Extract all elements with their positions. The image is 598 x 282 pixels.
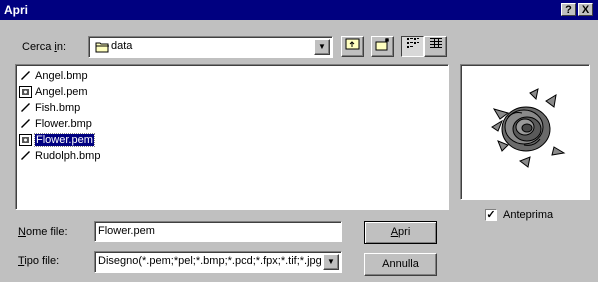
- file-type-label: Tipo file:: [18, 255, 60, 267]
- paint-brush-icon: [19, 150, 32, 162]
- file-name-text: Angel.pem: [35, 86, 88, 99]
- preview-pane: [460, 64, 590, 200]
- cancel-button[interactable]: Annulla: [364, 253, 437, 276]
- list-view-button[interactable]: [401, 36, 424, 57]
- paint-brush-icon: [19, 118, 32, 130]
- file-list-item[interactable]: Fish.bmp: [19, 100, 80, 116]
- rose-preview-image: [491, 88, 566, 168]
- up-folder-icon: [345, 38, 359, 50]
- preview-label: Anteprima: [503, 209, 554, 221]
- file-name-text: Fish.bmp: [35, 102, 81, 115]
- new-folder-button[interactable]: [371, 36, 394, 57]
- close-button[interactable]: X: [578, 3, 593, 16]
- file-list-item[interactable]: Flower.bmp: [19, 116, 92, 132]
- chevron-down-icon[interactable]: ▼: [323, 254, 339, 270]
- paint-brush-icon: [19, 70, 32, 82]
- new-folder-icon: [375, 38, 389, 51]
- open-dialog: Apri ? X Cerca in: data ▼ Angel.bmp Angel…: [0, 0, 598, 282]
- pem-file-icon: [19, 134, 32, 147]
- pem-file-icon: [19, 86, 32, 99]
- file-name-text: Angel.bmp: [35, 70, 88, 83]
- look-in-combo[interactable]: data ▼: [88, 36, 333, 58]
- close-icon: X: [581, 4, 590, 16]
- details-view-button[interactable]: [424, 36, 447, 57]
- file-list-item[interactable]: Rudolph.bmp: [19, 148, 100, 164]
- file-name-input[interactable]: Flower.pem: [94, 221, 342, 242]
- look-in-value: data: [111, 40, 133, 52]
- open-button[interactable]: Apri: [364, 221, 437, 244]
- file-list-item[interactable]: Flower.pem: [19, 132, 95, 148]
- help-icon: ?: [565, 4, 572, 16]
- file-list[interactable]: Angel.bmp Angel.pem Fish.bmp Flower.bmp Flow…: [15, 64, 449, 210]
- file-name-text: Rudolph.bmp: [35, 150, 101, 163]
- chevron-down-icon[interactable]: ▼: [314, 39, 330, 55]
- file-name-value: Flower.pem: [98, 225, 155, 237]
- details-view-icon: [429, 38, 442, 48]
- file-type-combo[interactable]: Disegno(*.pem;*pel;*.bmp;*.pcd;*.fpx;*.t…: [94, 251, 342, 273]
- file-list-item[interactable]: Angel.pem: [19, 84, 88, 100]
- file-name-text: Flower.pem: [34, 133, 95, 148]
- paint-brush-icon: [19, 102, 32, 114]
- file-list-item[interactable]: Angel.bmp: [19, 68, 88, 84]
- help-button[interactable]: ?: [561, 3, 576, 16]
- file-type-value: Disegno(*.pem;*pel;*.bmp;*.pcd;*.fpx;*.t…: [98, 255, 322, 267]
- up-folder-button[interactable]: [341, 36, 364, 57]
- look-in-label: Cerca in:: [22, 41, 67, 53]
- title-bar[interactable]: Apri ? X: [0, 0, 598, 20]
- list-view-icon: [406, 38, 419, 48]
- folder-icon: [95, 41, 110, 56]
- file-name-text: Flower.bmp: [35, 118, 92, 131]
- dialog-title: Apri: [4, 3, 28, 17]
- preview-checkbox[interactable]: ✓: [485, 209, 497, 221]
- file-name-label: Nome file:: [18, 226, 68, 238]
